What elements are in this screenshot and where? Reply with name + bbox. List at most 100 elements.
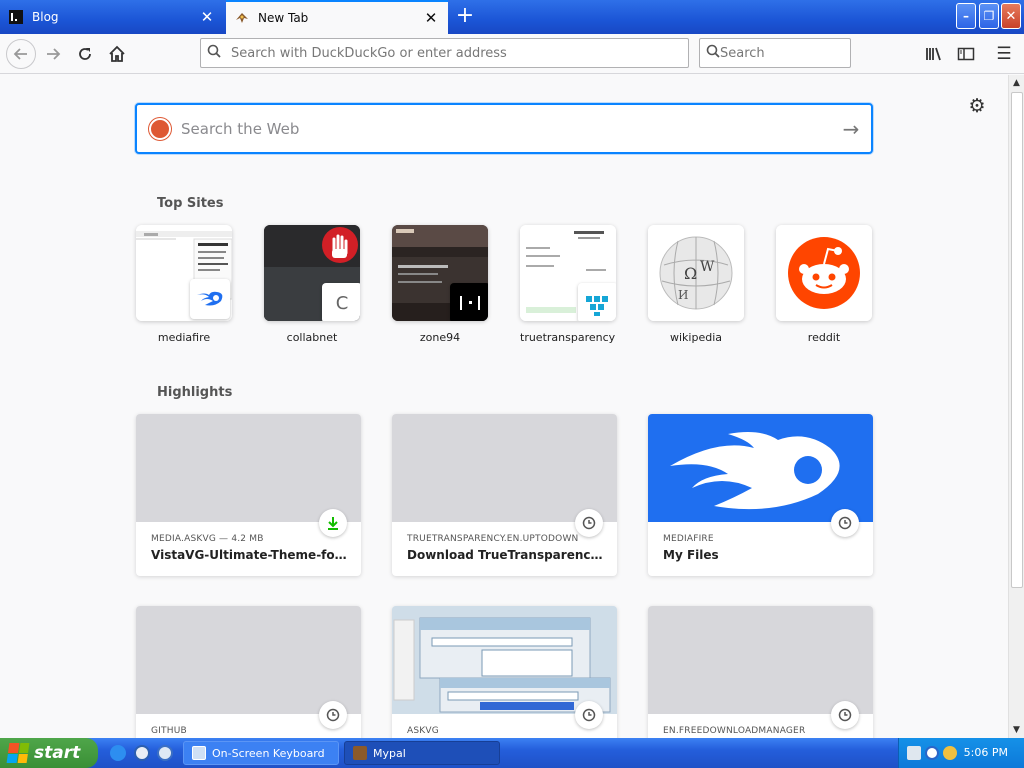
address-bar[interactable] [200,38,689,68]
top-site-mediafire[interactable]: mediafire [136,225,232,344]
library-icon[interactable] [922,42,946,66]
search-input[interactable] [720,45,890,61]
site-label: collabnet [286,331,338,344]
scroll-down-arrow-icon[interactable]: ▼ [1009,722,1024,738]
close-tab-icon[interactable]: ✕ [420,7,442,29]
search-icon [706,44,720,62]
home-button[interactable] [102,39,132,69]
site-thumbnail [136,225,232,321]
mypal-favicon-icon [234,10,250,26]
collabnet-badge: C [322,283,360,321]
wikipedia-logo-icon: Ω W И [648,225,744,321]
site-label: zone94 [419,331,461,344]
windows-logo-icon [6,743,30,763]
card-host: EN.FREEDOWNLOADMANAGER [663,726,806,736]
top-site-truetransparency[interactable]: truetransparency… [520,225,616,344]
clock-icon [831,509,859,537]
card-title: My Files [663,548,719,562]
start-label: start [34,743,81,763]
card-image [648,606,873,714]
site-label: reddit [807,331,841,344]
top-site-wikipedia[interactable]: Ω W И wikipedia [648,225,744,344]
address-input[interactable] [231,45,688,61]
site-thumbnail [392,225,488,321]
mediafire-logo-icon [190,279,230,319]
arrow-left-icon [13,48,27,60]
mypal-icon [353,746,367,760]
start-button[interactable]: start [0,738,98,768]
card-host: GITHUB [151,726,187,736]
arrow-right-icon[interactable]: → [831,117,871,141]
svg-text:И: И [678,288,688,302]
card-title: VistaVG-Ultimate-Theme-for-W... [151,548,351,562]
highlights-heading: Highlights [157,385,233,400]
highlight-card[interactable]: ASKVG [392,606,617,738]
minimize-button[interactable]: – [956,3,976,29]
reload-button[interactable] [70,39,100,69]
tab-new-tab[interactable]: New Tab ✕ [226,0,448,34]
tab-label: Blog [32,10,59,24]
site-label: truetransparency… [520,331,616,344]
internet-explorer-icon[interactable] [110,745,126,761]
card-host: TRUETRANSPARENCY.EN.UPTODOWN [407,534,579,544]
home-icon [109,45,125,62]
badge-letter: C [335,292,349,314]
top-site-reddit[interactable]: reddit [776,225,872,344]
close-tab-icon[interactable]: ✕ [196,6,218,28]
web-search-box[interactable]: → [135,103,873,154]
show-desktop-icon[interactable] [157,745,173,761]
vertical-scrollbar[interactable]: ▲ ▼ [1008,75,1024,738]
volume-icon[interactable] [943,746,957,760]
tab-blog[interactable]: Blog ✕ [0,0,224,34]
mediafire-logo-icon [648,414,873,522]
task-label: On-Screen Keyboard [212,746,325,760]
site-thumbnail: Ω W И [648,225,744,321]
restore-button[interactable]: ❐ [979,3,999,29]
new-tab-button[interactable]: + [452,4,478,30]
sidebar-icon[interactable] [954,42,978,66]
keyboard-tray-icon[interactable] [907,746,921,760]
taskbar-item-mypal[interactable]: Mypal [344,741,500,765]
highlight-card[interactable]: GITHUB [136,606,361,738]
card-image [392,414,617,522]
clock-icon [319,701,347,729]
keyboard-icon [192,746,206,760]
highlight-card[interactable]: MEDIA.ASKVG — 4.2 MB VistaVG-Ultimate-Th… [136,414,361,576]
new-tab-page: → ⚙ Top Sites mediafire [0,75,1008,738]
media-player-icon[interactable] [134,745,150,761]
taskbar-item-on-screen-keyboard[interactable]: On-Screen Keyboard [183,741,339,765]
highlight-card[interactable]: TRUETRANSPARENCY.EN.UPTODOWN Download Tr… [392,414,617,576]
hamburger-menu-icon[interactable]: ☰ [992,42,1016,66]
site-thumbnail [520,225,616,321]
forward-button[interactable] [38,39,68,69]
uptodown-logo-icon [578,283,616,321]
chevron-left-icon[interactable] [925,746,939,760]
clock-icon [575,509,603,537]
tab-label: New Tab [258,11,309,25]
scrollbar-thumb[interactable] [1011,92,1023,588]
taskbar: start On-Screen Keyboard Mypal 5:06 PM [0,738,1024,768]
search-bar[interactable] [699,38,890,68]
gear-icon[interactable]: ⚙ [966,95,988,117]
blog-favicon-icon [8,9,24,25]
clock-icon [575,701,603,729]
scroll-up-arrow-icon[interactable]: ▲ [1009,75,1024,91]
search-icon [207,44,231,62]
site-thumbnail: C [264,225,360,321]
task-label: Mypal [373,746,406,760]
top-site-collabnet[interactable]: C collabnet [264,225,360,344]
card-title: Download TrueTransparency 0.8... [407,548,607,562]
highlight-card[interactable]: EN.FREEDOWNLOADMANAGER [648,606,873,738]
system-tray: 5:06 PM [898,738,1024,768]
highlight-card[interactable]: MEDIAFIRE My Files [648,414,873,576]
card-image [136,414,361,522]
web-search-input[interactable] [181,119,831,138]
card-image [392,606,617,714]
back-button[interactable] [6,39,36,69]
reddit-logo-icon [776,225,872,321]
top-sites-heading: Top Sites [157,196,224,211]
card-host: MEDIA.ASKVG — 4.2 MB [151,534,264,544]
svg-text:Ω: Ω [684,264,697,283]
close-window-button[interactable]: ✕ [1001,3,1021,29]
top-site-zone94[interactable]: zone94 [392,225,488,344]
